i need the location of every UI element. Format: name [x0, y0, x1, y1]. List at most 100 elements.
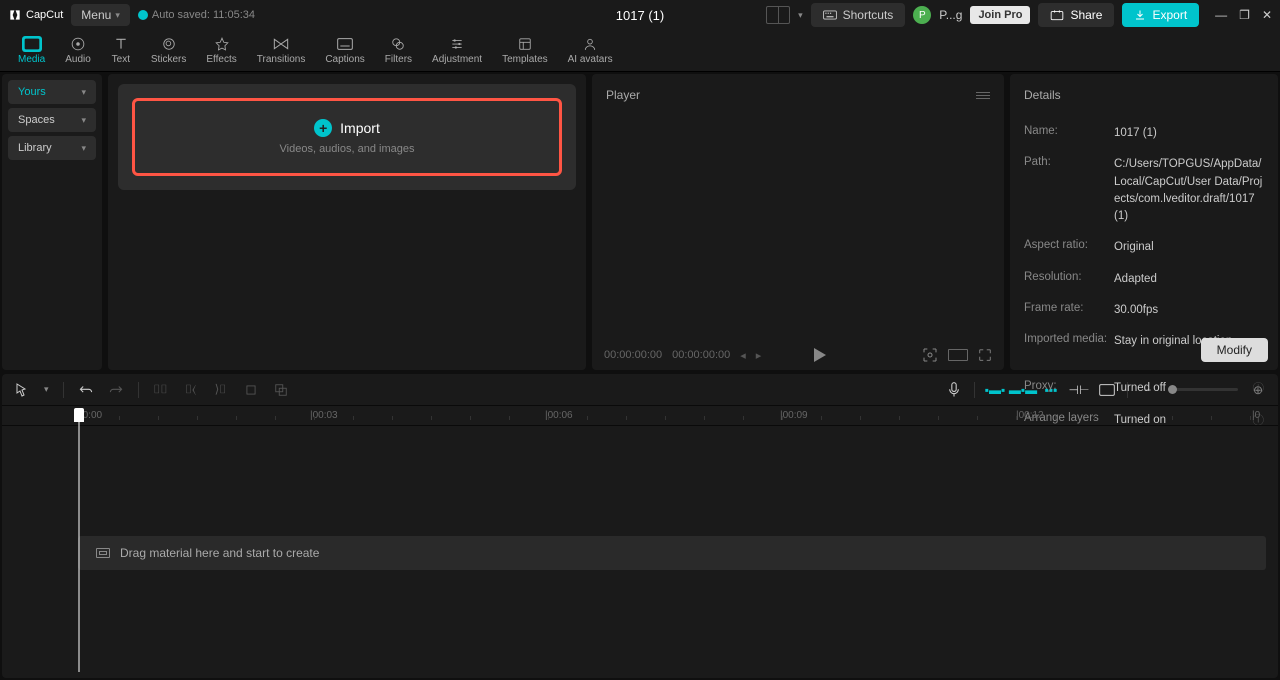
- tool-tabs: Media Audio Text Stickers Effects Transi…: [0, 30, 1280, 72]
- proxy-label: Proxy:: [1024, 380, 1114, 392]
- chevron-down-icon: ▾: [81, 143, 86, 154]
- player-viewport[interactable]: [592, 112, 1004, 340]
- ruler-mark: |00:12: [1016, 410, 1044, 421]
- app-logo: CapCut: [8, 8, 63, 22]
- delete-right-tool[interactable]: ⟩⌷: [213, 382, 229, 398]
- imported-label: Imported media:: [1024, 333, 1114, 345]
- tab-stickers[interactable]: Stickers: [141, 34, 197, 67]
- tab-transitions[interactable]: Transitions: [247, 34, 316, 67]
- crop-tool[interactable]: [243, 382, 259, 398]
- player-title: Player: [606, 88, 640, 102]
- tab-ai-avatars[interactable]: AI avatars: [558, 34, 623, 67]
- export-button[interactable]: Export: [1122, 3, 1199, 27]
- capcut-icon: [8, 8, 22, 22]
- modify-button[interactable]: Modify: [1201, 338, 1268, 362]
- aspect-value: Original: [1114, 239, 1264, 256]
- filters-icon: [388, 36, 408, 52]
- share-button[interactable]: Share: [1038, 3, 1114, 27]
- ruler-mark: |00:06: [545, 410, 573, 421]
- playhead[interactable]: [74, 408, 84, 422]
- layout-button[interactable]: [766, 6, 790, 24]
- tab-captions[interactable]: Captions: [315, 34, 374, 67]
- framerate-label: Frame rate:: [1024, 302, 1114, 314]
- sidebar-item-yours[interactable]: Yours▾: [8, 80, 96, 104]
- path-label: Path:: [1024, 156, 1114, 168]
- close-button[interactable]: ✕: [1262, 8, 1272, 22]
- tab-adjustment[interactable]: Adjustment: [422, 34, 492, 67]
- transitions-icon: [271, 36, 291, 52]
- chevron-down-icon[interactable]: ▾: [798, 10, 803, 21]
- join-pro-button[interactable]: Join Pro: [970, 6, 1030, 24]
- templates-icon: [515, 36, 535, 52]
- scan-icon[interactable]: [922, 347, 938, 363]
- tab-audio[interactable]: Audio: [55, 34, 101, 67]
- ratio-button[interactable]: [948, 349, 968, 361]
- username: P...g: [939, 8, 962, 22]
- timeline-tracks[interactable]: Drag material here and start to create: [2, 426, 1278, 678]
- redo-button[interactable]: [108, 382, 124, 398]
- chevron-down-icon: ▾: [115, 10, 120, 21]
- import-button[interactable]: + Import Videos, audios, and images: [132, 98, 562, 176]
- captions-icon: [335, 36, 355, 52]
- ruler-mark: |0: [1252, 410, 1260, 421]
- app-name: CapCut: [26, 9, 63, 21]
- details-title: Details: [1024, 88, 1264, 102]
- stickers-icon: [159, 36, 179, 52]
- tab-filters[interactable]: Filters: [375, 34, 422, 67]
- drag-hint-track[interactable]: Drag material here and start to create: [78, 536, 1266, 570]
- share-icon: [1050, 9, 1064, 21]
- tab-media[interactable]: Media: [8, 34, 55, 67]
- fullscreen-icon[interactable]: [978, 348, 992, 362]
- autosave-dot-icon: [138, 10, 148, 20]
- chevron-down-icon[interactable]: ▾: [44, 384, 49, 395]
- ruler-mark: |00:09: [780, 410, 808, 421]
- undo-button[interactable]: [78, 382, 94, 398]
- resolution-value: Adapted: [1114, 271, 1264, 288]
- details-panel: Details Name:1017 (1) Path:C:/Users/TOPG…: [1010, 74, 1278, 370]
- name-label: Name:: [1024, 125, 1114, 137]
- delete-left-tool[interactable]: ⌷⟨: [183, 382, 199, 398]
- project-title: 1017 (1): [616, 8, 664, 23]
- copy-tool[interactable]: [273, 382, 289, 398]
- path-value: C:/Users/TOPGUS/AppData/Local/CapCut/Use…: [1114, 156, 1264, 225]
- sidebar-item-library[interactable]: Library▾: [8, 136, 96, 160]
- track-toggle-1[interactable]: ▪▬▪: [987, 382, 1003, 398]
- mic-button[interactable]: [946, 382, 962, 398]
- tab-templates[interactable]: Templates: [492, 34, 558, 67]
- media-panel: + Import Videos, audios, and images: [108, 74, 586, 370]
- time-total: 00:00:00:00: [672, 349, 730, 361]
- minimize-button[interactable]: —: [1215, 8, 1227, 22]
- info-icon[interactable]: ⓘ: [1253, 380, 1265, 396]
- prev-frame-button[interactable]: ◂: [740, 349, 746, 362]
- play-button[interactable]: [814, 348, 826, 362]
- import-subtitle: Videos, audios, and images: [280, 143, 415, 155]
- effects-icon: [212, 36, 232, 52]
- media-icon: [22, 36, 42, 52]
- media-sidebar: Yours▾ Spaces▾ Library▾: [2, 74, 102, 370]
- sidebar-item-spaces[interactable]: Spaces▾: [8, 108, 96, 132]
- pointer-tool[interactable]: [14, 382, 30, 398]
- adjustment-icon: [447, 36, 467, 52]
- menu-button[interactable]: Menu ▾: [71, 4, 130, 26]
- tab-text[interactable]: Text: [101, 34, 141, 67]
- player-menu-button[interactable]: [976, 92, 990, 99]
- user-avatar[interactable]: P: [913, 6, 931, 24]
- chevron-down-icon: ▾: [81, 87, 86, 98]
- text-icon: [111, 36, 131, 52]
- maximize-button[interactable]: ❐: [1239, 8, 1250, 22]
- autosave-status: Auto saved: 11:05:34: [138, 9, 255, 21]
- media-placeholder-icon: [96, 548, 110, 558]
- zoom-slider[interactable]: [1168, 388, 1238, 391]
- main-area: Yours▾ Spaces▾ Library▾ + Import Videos,…: [0, 72, 1280, 372]
- player-panel: Player 00:00:00:00 00:00:00:00 ◂ ▸: [592, 74, 1004, 370]
- aspect-label: Aspect ratio:: [1024, 239, 1114, 251]
- tab-effects[interactable]: Effects: [196, 34, 246, 67]
- plus-icon: +: [314, 119, 332, 137]
- resolution-label: Resolution:: [1024, 271, 1114, 283]
- keyboard-icon: [823, 10, 837, 20]
- split-tool[interactable]: ⌷⌷: [153, 382, 169, 398]
- shortcuts-button[interactable]: Shortcuts: [811, 3, 906, 27]
- titlebar: CapCut Menu ▾ Auto saved: 11:05:34 1017 …: [0, 0, 1280, 30]
- next-frame-button[interactable]: ▸: [756, 349, 762, 362]
- timeline-ruler[interactable]: |0:00 |00:03 |00:06 |00:09 |00:12 |0: [2, 406, 1278, 426]
